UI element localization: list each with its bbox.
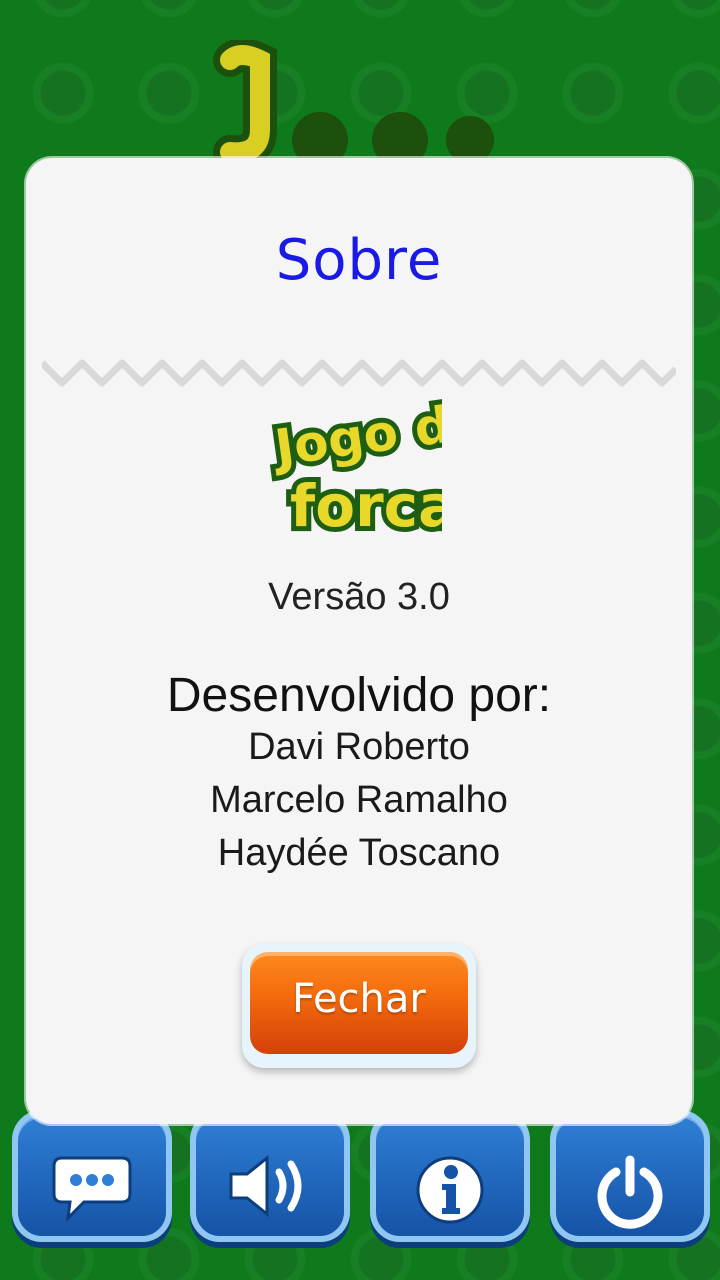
power-icon (597, 1155, 663, 1229)
developer-name: Haydée Toscano (217, 832, 501, 874)
close-button-face[interactable]: Fechar (250, 952, 468, 1054)
developer-name: Marcelo Ramalho (210, 779, 508, 821)
about-dialog: Sobre Jogo da forca Versão 3.0 Desenvolv… (26, 158, 692, 1124)
sound-button[interactable] (190, 1110, 350, 1242)
power-button[interactable] (550, 1110, 710, 1242)
chat-bubble-icon (52, 1156, 132, 1222)
jogo-da-forca-logo: Jogo da forca (264, 390, 442, 545)
close-button-label: Fechar (292, 976, 426, 1022)
chat-button[interactable] (12, 1110, 172, 1242)
background-logo (213, 40, 494, 160)
zigzag-divider (42, 359, 676, 387)
dialog-title: Sobre (275, 228, 443, 293)
info-button[interactable] (370, 1110, 530, 1242)
developer-name: Davi Roberto (248, 726, 470, 768)
close-button[interactable]: Fechar (242, 944, 476, 1068)
logo-line2: forca (290, 472, 442, 540)
developers-heading: Desenvolvido por: (166, 669, 552, 722)
info-icon (416, 1156, 484, 1224)
logo-line1: Jogo da (269, 391, 442, 478)
version-text: Versão 3.0 (268, 576, 450, 618)
speaker-icon (229, 1154, 302, 1218)
